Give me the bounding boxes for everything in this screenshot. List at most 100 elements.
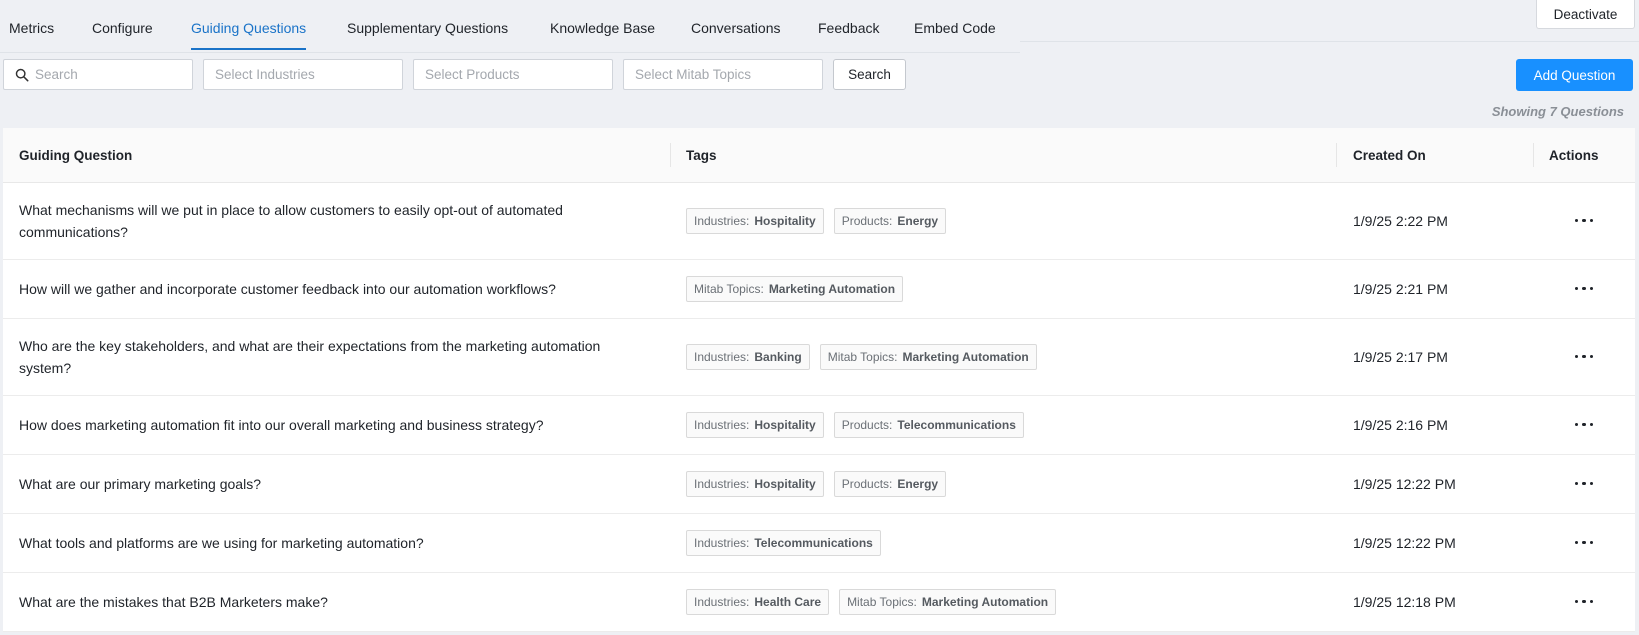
dot	[1575, 286, 1579, 291]
created-on: 1/9/25 2:22 PM	[1353, 212, 1448, 229]
tag-value: Hospitality	[754, 417, 816, 432]
tag-badge: Industries: Health Care	[686, 588, 830, 615]
tag-badge: Mitab Topics: Marketing Automation	[819, 343, 1037, 370]
more-horizontal-icon[interactable]	[1575, 282, 1593, 296]
more-horizontal-icon[interactable]	[1575, 418, 1593, 432]
dot	[1575, 481, 1579, 486]
tab-configure[interactable]: Configure	[92, 20, 153, 36]
tag-key: Industries:	[694, 417, 750, 432]
more-horizontal-icon[interactable]	[1575, 477, 1593, 491]
tag-badge: Industries: Hospitality	[686, 470, 824, 497]
question-text: What tools and platforms are we using fo…	[19, 534, 424, 551]
tag-key: Industries:	[694, 594, 750, 609]
products-input[interactable]	[425, 67, 612, 82]
tab-feedback[interactable]: Feedback	[818, 20, 879, 36]
tag-value: Energy	[897, 213, 939, 228]
tag-value: Banking	[754, 349, 802, 364]
header-guiding-question[interactable]: Guiding Question	[19, 128, 132, 182]
dot	[1582, 481, 1586, 486]
tab-embed-code[interactable]: Embed Code	[914, 20, 996, 36]
divider	[1020, 41, 1639, 42]
dot	[1582, 599, 1586, 604]
search-field[interactable]	[3, 59, 193, 90]
dot	[1589, 218, 1593, 223]
tag-key: Mitab Topics:	[827, 349, 898, 364]
search-button[interactable]: Search	[833, 59, 906, 90]
search-input[interactable]	[35, 67, 192, 82]
question-text: What are the mistakes that B2B Marketers…	[19, 593, 328, 610]
table-row: What are our primary marketing goals? Ind…	[3, 454, 1635, 514]
add-question-button[interactable]: Add Question	[1516, 59, 1633, 91]
table-row: What mechanisms will we put in place to …	[3, 182, 1635, 260]
tab-guiding-questions[interactable]: Guiding Questions	[191, 20, 307, 50]
table-row: What are the mistakes that B2B Marketers…	[3, 572, 1635, 632]
dot	[1582, 218, 1586, 223]
tags-cell: Industries: Hospitality Products: Telecommu…	[686, 411, 1024, 438]
results-count: Showing 7 Questions	[1491, 104, 1624, 119]
more-horizontal-icon[interactable]	[1575, 350, 1593, 364]
dot	[1582, 422, 1586, 427]
tags-cell: Industries: Telecommunications	[686, 529, 881, 556]
table-header: Guiding Question Tags Created On Actions	[3, 128, 1635, 183]
more-horizontal-icon[interactable]	[1575, 536, 1593, 550]
tag-value: Marketing Automation	[768, 281, 896, 296]
question-text: What are our primary marketing goals?	[19, 475, 261, 492]
tab-metrics[interactable]: Metrics	[9, 20, 54, 36]
tag-badge: Mitab Topics: Marketing Automation	[686, 275, 904, 302]
question-text: How will we gather and incorporate custo…	[19, 280, 556, 297]
tag-key: Mitab Topics:	[847, 594, 917, 609]
topics-input[interactable]	[635, 67, 822, 82]
tab-supplementary-questions[interactable]: Supplementary Questions	[347, 20, 508, 36]
created-on: 1/9/25 12:22 PM	[1353, 475, 1456, 492]
dot	[1582, 354, 1586, 359]
tag-value: Hospitality	[754, 213, 816, 228]
tag-badge: Industries: Hospitality	[686, 411, 824, 438]
tab-conversations[interactable]: Conversations	[691, 20, 781, 36]
tag-badge: Products: Energy	[833, 207, 947, 234]
header-tags[interactable]: Tags	[686, 128, 717, 182]
dot	[1582, 540, 1586, 545]
more-horizontal-icon[interactable]	[1575, 214, 1593, 228]
question-text: How does marketing automation fit into o…	[19, 416, 544, 433]
deactivate-button[interactable]: Deactivate	[1536, 0, 1635, 29]
search-icon	[15, 68, 29, 81]
header-divider	[1336, 143, 1337, 167]
tag-key: Industries:	[694, 349, 750, 364]
table-row: What tools and platforms are we using fo…	[3, 513, 1635, 573]
dot	[1589, 481, 1593, 486]
industries-input[interactable]	[215, 67, 402, 82]
products-select[interactable]	[413, 59, 613, 90]
topics-select[interactable]	[623, 59, 823, 90]
questions-table: Guiding Question Tags Created On Actions…	[3, 128, 1635, 632]
tag-value: Hospitality	[754, 476, 816, 491]
tag-key: Industries:	[694, 535, 750, 550]
tag-key: Industries:	[694, 476, 750, 491]
header-created-on[interactable]: Created On	[1353, 128, 1426, 182]
tags-cell: Mitab Topics: Marketing Automation	[686, 275, 904, 302]
tag-key: Products:	[841, 417, 893, 432]
dot	[1589, 599, 1593, 604]
tag-badge: Industries: Hospitality	[686, 207, 824, 234]
question-text: Who are the key stakeholders, and what a…	[19, 337, 601, 376]
tag-value: Telecommunications	[897, 417, 1016, 432]
tab-knowledge-base[interactable]: Knowledge Base	[550, 20, 655, 36]
tags-cell: Industries: Health Care Mitab Topics: Marke…	[686, 588, 1057, 615]
tags-cell: Industries: Hospitality Products: Energy	[686, 207, 947, 234]
dot	[1575, 218, 1579, 223]
industries-select[interactable]	[203, 59, 403, 90]
tag-badge: Products: Telecommunications	[833, 411, 1024, 438]
dot	[1575, 422, 1579, 427]
more-horizontal-icon[interactable]	[1575, 595, 1593, 609]
header-divider	[1533, 143, 1534, 167]
dot	[1589, 540, 1593, 545]
dot	[1575, 599, 1579, 604]
tag-key: Mitab Topics:	[694, 281, 764, 296]
tags-cell: Industries: Hospitality Products: Energy	[686, 470, 947, 497]
dot	[1575, 540, 1579, 545]
dot	[1589, 354, 1593, 359]
tag-badge: Industries: Banking	[686, 343, 810, 370]
nav-tabs: Metrics Configure Guiding Questions Supp…	[0, 0, 1020, 53]
question-text: What mechanisms will we put in place to …	[19, 201, 563, 240]
tag-badge: Industries: Telecommunications	[686, 529, 881, 556]
tag-badge: Mitab Topics: Marketing Automation	[839, 588, 1057, 615]
